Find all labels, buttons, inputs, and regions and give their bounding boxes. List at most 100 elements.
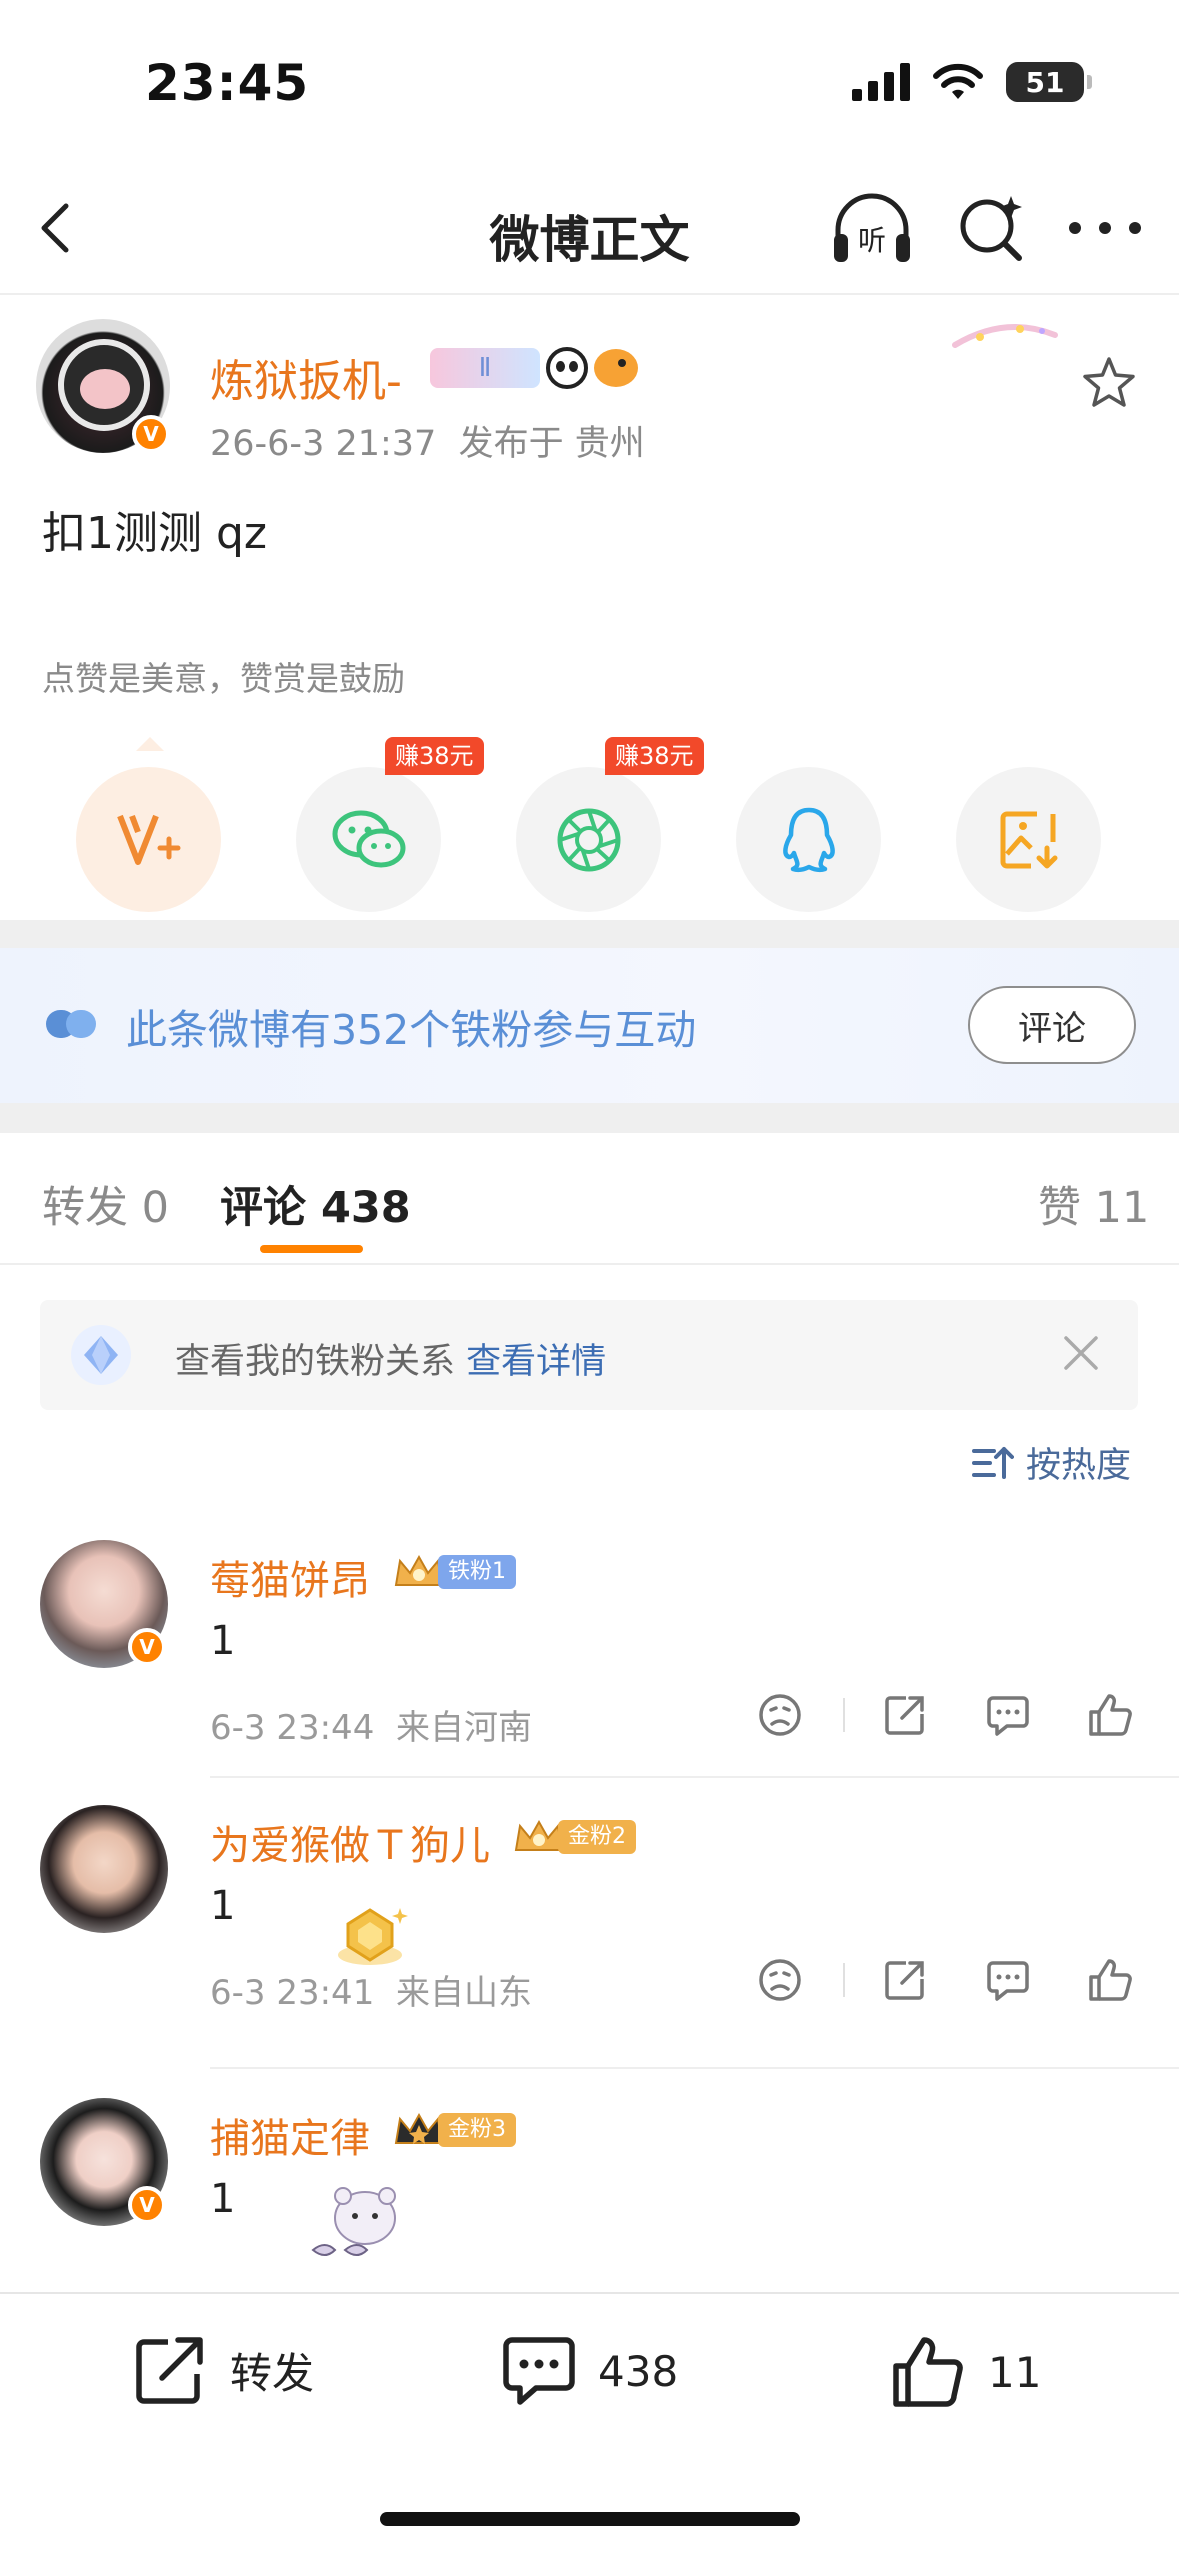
commenter-name[interactable]: 莓猫饼昂 — [210, 1548, 370, 1606]
bear-sticker-icon — [311, 2187, 396, 2256]
comment-location: 来自河南 — [395, 1708, 532, 1748]
fan-badge-label: 铁粉1 — [438, 1555, 516, 1589]
bottom-comment-button[interactable]: 438 — [500, 2334, 678, 2408]
post-timestamp: 26-6-3 21:37 — [210, 424, 437, 464]
svg-text:听: 听 — [858, 224, 886, 257]
comment-meta: 6-3 23:44 来自河南 — [210, 1700, 532, 1749]
wifi-icon — [933, 63, 983, 99]
status-bar: 23:45 51 — [0, 0, 1179, 160]
verified-badge-icon: V — [132, 415, 170, 453]
fan-badge[interactable]: 金粉2 — [512, 1817, 636, 1857]
post-meta: 26-6-3 21:37 发布于 贵州 — [210, 415, 645, 466]
fan-badge[interactable]: 金粉3 — [392, 2110, 516, 2150]
forward-comment-icon[interactable] — [880, 1955, 930, 2005]
reply-bubble-icon[interactable] — [983, 1690, 1033, 1740]
gold-badge-sticker-icon — [338, 1908, 408, 1965]
fans-relation-text: 查看我的铁粉关系 查看详情 — [175, 1333, 606, 1384]
comment-location: 来自山东 — [395, 1973, 532, 2013]
section-gap — [0, 1103, 1179, 1133]
fans-banner-text: 此条微博有352个铁粉参与互动 — [126, 1006, 697, 1054]
comment-divider — [210, 2067, 1179, 2069]
sort-icon — [972, 1446, 1014, 1479]
bottom-like-count: 11 — [988, 2347, 1042, 2397]
like-thumb-icon[interactable] — [1085, 1690, 1135, 1740]
bottom-comment-count: 438 — [598, 2346, 679, 2396]
author-avatar[interactable]: V — [36, 319, 170, 453]
fish-icon — [594, 349, 638, 387]
fans-comment-button[interactable]: 评论 — [968, 986, 1136, 1064]
save-image-button[interactable] — [956, 767, 1101, 912]
like-thumb-icon — [893, 2337, 963, 2407]
share-row: 赚38元 赚38元 — [0, 737, 1179, 937]
sort-control[interactable]: 按热度 — [972, 1437, 1131, 1488]
comment-text: 1 — [210, 2176, 236, 2222]
avatar-face-graphic — [80, 369, 130, 409]
sort-label: 按热度 — [1026, 1446, 1132, 1486]
tab-likes[interactable]: 赞 11 — [1038, 1173, 1149, 1235]
listen-headphones-icon[interactable]: 听 — [830, 190, 915, 270]
battery-indicator: 51 — [1006, 62, 1092, 102]
active-tab-underline — [260, 1245, 363, 1253]
more-options-icon[interactable] — [1065, 208, 1145, 248]
comment-time: 6-3 23:41 — [210, 1973, 375, 2013]
comment-text: 1 — [210, 1618, 236, 1664]
reward-button[interactable] — [76, 767, 221, 912]
reward-caption: 点赞是美意，赞赏是鼓励 — [42, 659, 405, 698]
interaction-tabs: 转发 0 评论 438 赞 11 — [0, 1133, 1179, 1265]
fans-relation-label: 查看我的铁粉关系 — [175, 1342, 456, 1382]
comment-text: 1 — [210, 1883, 236, 1929]
commenter-avatar[interactable] — [40, 1805, 168, 1933]
favorite-star-icon[interactable] — [1080, 354, 1138, 412]
action-divider — [843, 1698, 845, 1732]
wechat-icon — [332, 810, 405, 867]
nav-bar: 微博正文 听 — [0, 160, 1179, 295]
member-level-badge-icon[interactable]: Ⅱ — [430, 348, 540, 388]
share-qq-button[interactable] — [736, 767, 881, 912]
cellular-signal-icon — [852, 63, 910, 101]
author-badges: Ⅱ — [430, 347, 638, 389]
home-indicator — [380, 2512, 800, 2526]
dislike-face-icon[interactable] — [755, 1955, 805, 2005]
view-details-link[interactable]: 查看详情 — [466, 1342, 606, 1382]
post-location: 发布于 贵州 — [458, 424, 645, 464]
comment-actions — [755, 1955, 1145, 2015]
search-sparkle-icon[interactable] — [955, 192, 1027, 264]
dislike-face-icon[interactable] — [755, 1690, 805, 1740]
tab-comments[interactable]: 评论 438 — [220, 1173, 411, 1235]
reward-pointer — [136, 737, 164, 751]
fans-interaction-banner: 此条微博有352个铁粉参与互动 评论 — [0, 948, 1179, 1103]
forward-comment-icon[interactable] — [880, 1690, 930, 1740]
commenter-name[interactable]: 捕猫定律 — [210, 2106, 370, 2164]
verified-badge-icon: V — [128, 2186, 166, 2224]
commenter-name[interactable]: 为爱猴做Ｔ狗儿 — [210, 1813, 490, 1871]
post-author-name[interactable]: 炼狱扳机- — [210, 345, 402, 409]
fans-wave-icon — [46, 1010, 96, 1038]
comment-bubble-icon — [503, 2337, 575, 2405]
fan-badge-label: 金粉3 — [438, 2113, 516, 2147]
moments-icon — [557, 808, 620, 871]
earn-tag-wechat: 赚38元 — [385, 737, 484, 775]
decoration-sparkle-icon — [952, 324, 1058, 348]
fan-badge[interactable]: 铁粉1 — [392, 1552, 516, 1592]
bottom-like-button[interactable]: 11 — [890, 2334, 1041, 2410]
qq-icon — [782, 807, 835, 872]
panda-icon — [546, 347, 588, 389]
close-icon[interactable] — [1058, 1330, 1104, 1376]
comment-time: 6-3 23:44 — [210, 1708, 375, 1748]
share-moments-button[interactable] — [516, 767, 661, 912]
fans-relation-bar[interactable]: 查看我的铁粉关系 查看详情 — [40, 1300, 1138, 1410]
like-thumb-icon[interactable] — [1085, 1955, 1135, 2005]
status-icons: 51 — [852, 62, 1092, 102]
bottom-repost-label: 转发 — [230, 2348, 315, 2398]
reply-bubble-icon[interactable] — [983, 1955, 1033, 2005]
status-time: 23:45 — [145, 54, 310, 112]
share-wechat-button[interactable] — [296, 767, 441, 912]
comment-meta: 6-3 23:41 来自山东 — [210, 1965, 532, 2014]
verified-badge-icon: V — [128, 1628, 166, 1666]
tab-repost[interactable]: 转发 0 — [42, 1173, 169, 1235]
bottom-repost-button[interactable]: 转发 — [132, 2334, 314, 2406]
fan-badge-label: 金粉2 — [558, 1820, 636, 1854]
comment-actions — [755, 1690, 1145, 1750]
earn-tag-moments: 赚38元 — [605, 737, 704, 775]
action-divider — [843, 1963, 845, 1997]
